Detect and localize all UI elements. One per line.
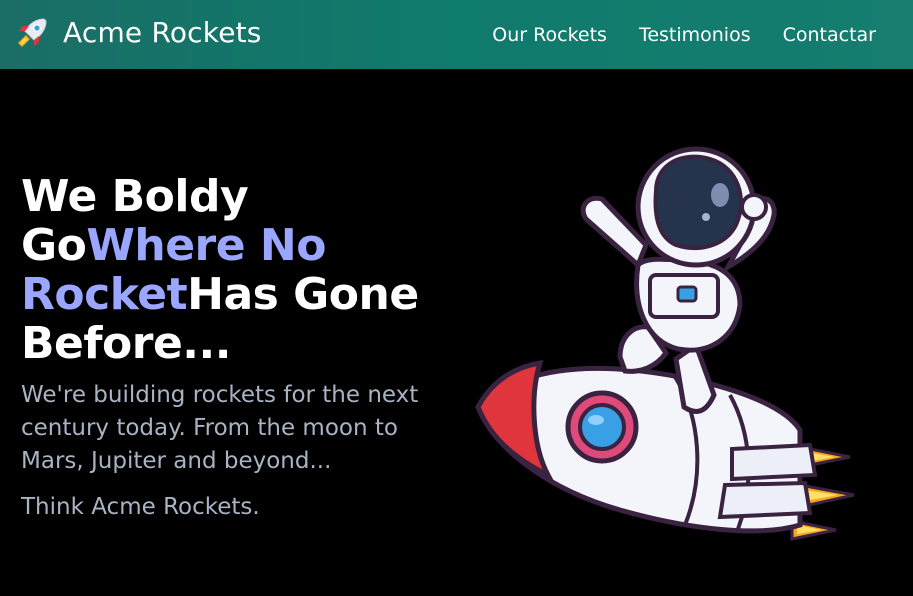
rocket-icon xyxy=(18,18,47,47)
nav-link-contactar[interactable]: Contactar xyxy=(783,22,876,48)
hero-section: We Boldy GoWhere No RocketHas Gone Befor… xyxy=(0,69,913,596)
astronaut-on-rocket-illustration xyxy=(475,146,855,541)
hero-title: We Boldy GoWhere No RocketHas Gone Befor… xyxy=(21,172,451,368)
hero-subtitle: We're building rockets for the next cent… xyxy=(21,382,419,474)
hero-tagline: Think Acme Rockets. xyxy=(21,494,260,520)
nav-link-our-rockets[interactable]: Our Rockets xyxy=(492,22,607,48)
brand-link[interactable]: Acme Rockets xyxy=(14,15,262,51)
navbar: Acme Rockets Our Rockets Testimonios Con… xyxy=(0,0,913,69)
nav-link-testimonios[interactable]: Testimonios xyxy=(639,22,751,48)
nav-links: Our Rockets Testimonios Contactar xyxy=(492,22,876,48)
brand-name: Acme Rockets xyxy=(63,16,262,49)
rocket xyxy=(475,359,818,534)
